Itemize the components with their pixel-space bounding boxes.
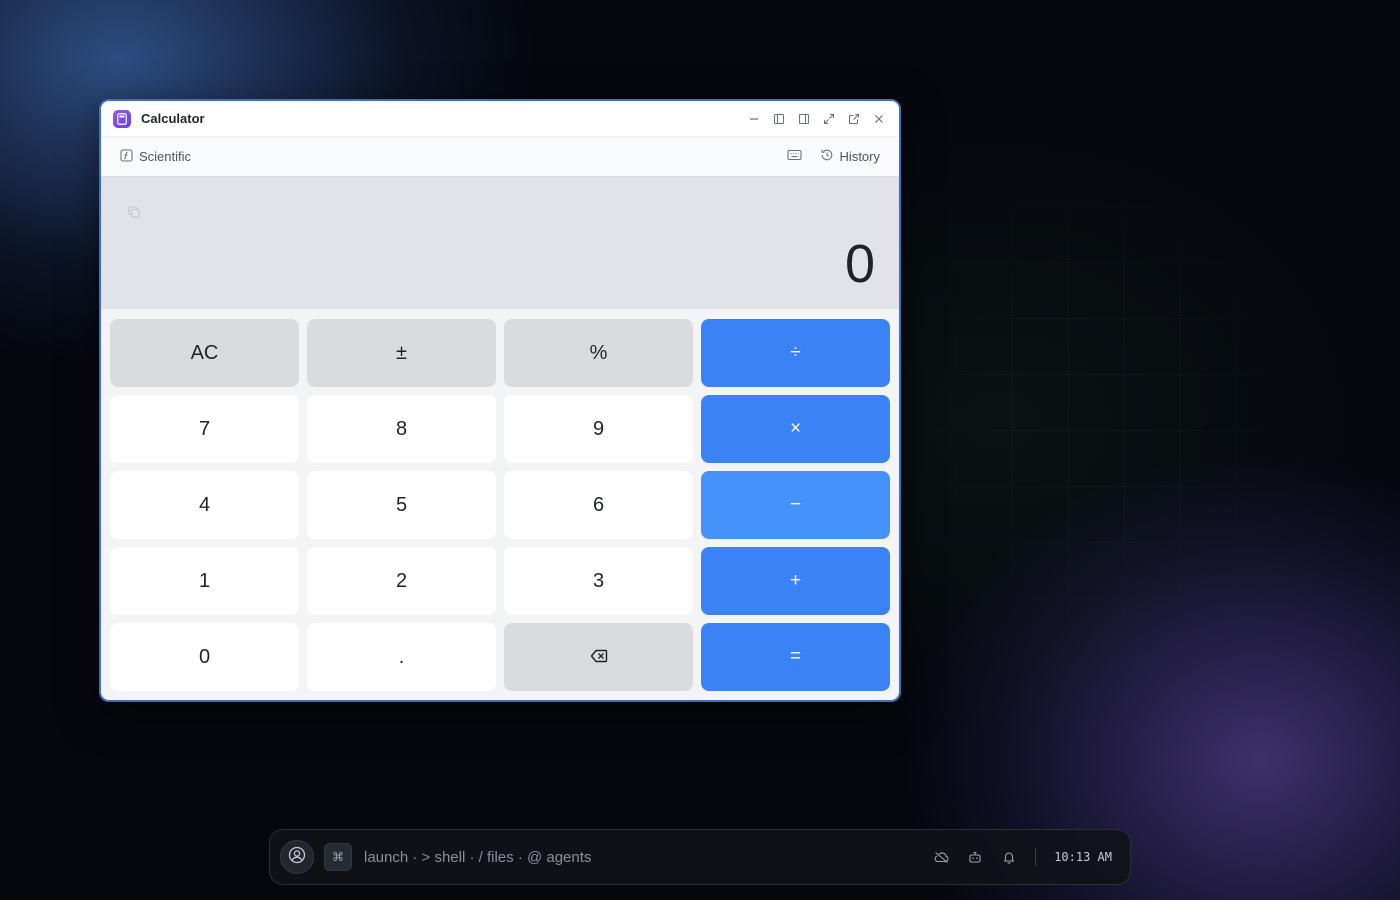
keyboard-button[interactable]: [786, 149, 802, 164]
bot-icon[interactable]: [967, 849, 983, 865]
scientific-mode-button[interactable]: Scientific: [120, 148, 192, 165]
display-value: 0: [844, 234, 875, 294]
digit-2-button[interactable]: 2: [307, 547, 496, 615]
digit-5-button[interactable]: 5: [307, 471, 496, 539]
calculator-display: 0: [101, 177, 899, 309]
digit-4-button[interactable]: 4: [110, 471, 299, 539]
window-title: Calculator: [141, 111, 205, 126]
digit-0-button[interactable]: 0: [110, 623, 299, 691]
digit-8-button[interactable]: 8: [307, 395, 496, 463]
clock: 10:13 AM: [1054, 850, 1112, 864]
expand-icon[interactable]: [821, 111, 837, 127]
history-label: History: [839, 149, 880, 164]
divide-button[interactable]: ÷: [701, 319, 890, 387]
external-link-icon[interactable]: [846, 111, 862, 127]
plus-minus-button[interactable]: ±: [307, 319, 496, 387]
multiply-button[interactable]: ×: [701, 395, 890, 463]
keypad: AC ± % ÷ 7 8 9 × 4 5 6 − 1 2 3 + 0 . =: [101, 309, 899, 700]
background-grid: [900, 150, 1300, 650]
minimize-icon[interactable]: [746, 111, 762, 127]
calculator-window: Calculator Scientific History 0 AC ± % ÷…: [99, 99, 901, 702]
percent-button[interactable]: %: [504, 319, 693, 387]
taskbar-divider: [1035, 848, 1037, 866]
calculator-toolbar: Scientific History: [101, 137, 899, 177]
backspace-icon: [590, 646, 608, 669]
function-icon: [120, 148, 133, 165]
window-controls: [746, 111, 887, 127]
digit-3-button[interactable]: 3: [504, 547, 693, 615]
user-icon: [288, 846, 306, 869]
scientific-mode-label: Scientific: [139, 149, 192, 164]
taskbar: ⌘ launch · > shell · / files · @ agents …: [269, 829, 1131, 885]
close-icon[interactable]: [871, 111, 887, 127]
keyboard-icon: [786, 149, 802, 164]
sidebar-left-icon[interactable]: [771, 111, 787, 127]
history-button[interactable]: History: [820, 148, 880, 165]
user-avatar-button[interactable]: [280, 840, 314, 874]
all-clear-button[interactable]: AC: [110, 319, 299, 387]
digit-6-button[interactable]: 6: [504, 471, 693, 539]
add-button[interactable]: +: [701, 547, 890, 615]
calculator-app-icon: [113, 109, 131, 128]
copy-icon[interactable]: [127, 205, 143, 221]
history-icon: [820, 148, 834, 165]
equals-button[interactable]: =: [701, 623, 890, 691]
taskbar-status-area: 10:13 AM: [933, 848, 1120, 866]
sidebar-right-icon[interactable]: [796, 111, 812, 127]
bell-icon[interactable]: [1001, 849, 1017, 865]
subtract-button[interactable]: −: [701, 471, 890, 539]
digit-9-button[interactable]: 9: [504, 395, 693, 463]
digit-7-button[interactable]: 7: [110, 395, 299, 463]
command-key-button[interactable]: ⌘: [324, 843, 352, 871]
title-bar: Calculator: [101, 101, 899, 137]
decimal-button[interactable]: .: [307, 623, 496, 691]
launcher-prompt[interactable]: launch · > shell · / files · @ agents: [364, 849, 591, 866]
digit-1-button[interactable]: 1: [110, 547, 299, 615]
backspace-button[interactable]: [504, 623, 693, 691]
cloud-off-icon[interactable]: [933, 849, 949, 865]
